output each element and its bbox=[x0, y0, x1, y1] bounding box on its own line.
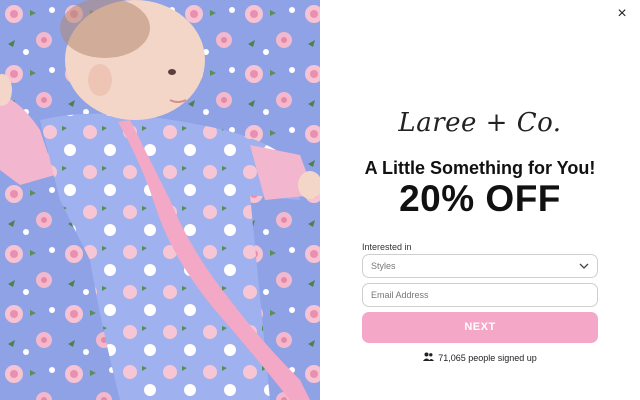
baby-photo-illustration bbox=[0, 0, 320, 400]
people-icon bbox=[423, 352, 435, 363]
signup-popup: × Laree + Co. A Little Something for You… bbox=[320, 0, 640, 400]
signup-count: 71,065 people signed up bbox=[320, 352, 640, 363]
interest-label: Interested in bbox=[362, 242, 412, 252]
close-icon[interactable]: × bbox=[614, 6, 630, 22]
hero-photo bbox=[0, 0, 320, 400]
brand-logo: Laree + Co. bbox=[398, 108, 562, 138]
next-button[interactable]: NEXT bbox=[362, 312, 598, 343]
popup-headline: A Little Something for You! bbox=[364, 158, 596, 178]
email-placeholder: Email Address bbox=[371, 290, 429, 300]
discount-offer: 20% OFF bbox=[399, 178, 561, 219]
email-field[interactable]: Email Address bbox=[362, 283, 598, 307]
chevron-down-icon bbox=[579, 255, 589, 286]
interest-select[interactable]: Styles bbox=[362, 254, 598, 278]
interest-select-value: Styles bbox=[371, 261, 396, 271]
signup-count-text: 71,065 people signed up bbox=[438, 353, 537, 363]
